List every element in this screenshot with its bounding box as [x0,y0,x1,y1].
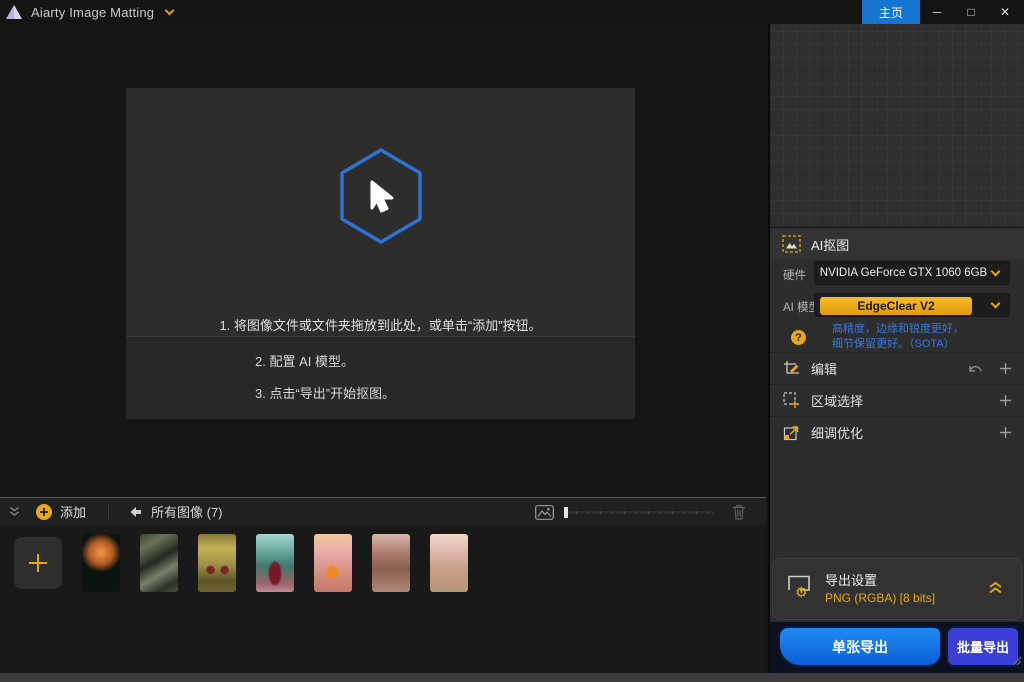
ai-model-dropdown[interactable]: EdgeClear V2 [814,293,1010,317]
region-select-panel-label: 区域选择 [811,394,864,409]
thumbnail-woman-red-dress-forest[interactable] [256,534,294,592]
model-description-line2: 细节保留更好。（SOTA） [832,338,955,350]
region-select-panel-row[interactable]: 区域选择 [770,384,1024,416]
app-title: Aiarty Image Matting [31,4,155,20]
thumbnail-zoom-cluster [535,498,746,526]
add-images-button[interactable] [36,503,52,520]
export-single-button[interactable]: 单张导出 [778,626,942,667]
expand-plus-icon[interactable] [999,362,1012,375]
add-label[interactable]: 添加 [60,502,86,521]
help-icon[interactable]: ? [791,330,806,345]
cursor-hexagon-icon [336,146,426,251]
image-drop-zone[interactable]: 1. 将图像文件或文件夹拖放到此处，或单击“添加”按钮。 2. 配置 AI 模型… [126,88,635,419]
ai-model-row: AI 模型 EdgeClear V2 [770,292,1024,320]
ai-matting-title: AI抠图 [811,237,850,253]
filmstrip [0,525,766,673]
instruction-step-2: 2. 配置 AI 模型。 [255,354,354,369]
title-bar: Aiarty Image Matting 主页 ─ □ ✕ [0,0,1024,24]
undo-icon[interactable] [967,363,983,375]
thumbnail-size-slider[interactable] [564,506,714,518]
thumbnail-woman-pink-flowers[interactable] [430,534,468,592]
image-size-icon [535,504,554,520]
canvas-area: 1. 将图像文件或文件夹拖放到此处，或单击“添加”按钮。 2. 配置 AI 模型… [0,24,766,497]
model-description: 高精度，边缘和锐度更好， 细节保留更好。（SOTA） [832,322,964,352]
plus-icon [40,507,48,516]
thumbnail-jellyfish[interactable] [82,534,120,592]
app-window: Aiarty Image Matting 主页 ─ □ ✕ 1. 将图像文件或文… [0,0,1024,682]
model-description-line1: 高精度，边缘和锐度更好， [832,323,964,335]
app-logo-icon [5,4,23,20]
export-settings-title: 导出设置 [825,573,878,588]
filmstrip-toolbar: 添加 所有图像 (7) [0,497,766,525]
expand-plus-icon[interactable] [999,394,1012,407]
hardware-dropdown[interactable]: NVIDIA GeForce GTX 1060 6GB [814,261,1010,285]
plus-icon [29,554,47,572]
trash-icon[interactable] [732,504,746,520]
thumbnail-dark-foliage[interactable] [140,534,178,592]
toolbar-divider [108,504,110,519]
home-button[interactable]: 主页 [862,0,920,24]
refine-icon [783,424,800,441]
ai-matting-icon [782,235,801,253]
ai-matting-section-header[interactable]: AI抠图 [770,229,1024,259]
hardware-value: NVIDIA GeForce GTX 1060 6GB [819,267,988,279]
instruction-step-3: 3. 点击“导出”开始抠图。 [255,386,396,401]
refine-panel-row[interactable]: 细调优化 [770,416,1024,448]
window-bottom-edge [0,673,1024,682]
minimize-button[interactable]: ─ [920,0,954,24]
export-settings-box[interactable]: ⚙ 导出设置 PNG (RGBA) [8 bits] [772,558,1022,620]
add-image-tile[interactable] [14,537,62,589]
thumbnail-red-bicycle[interactable] [198,534,236,592]
export-buttons-area: 单张导出 批量导出 [770,622,1024,673]
close-button[interactable]: ✕ [988,0,1022,24]
back-arrow-icon[interactable] [129,506,142,518]
maximize-button[interactable]: □ [954,0,988,24]
chevron-down-icon [990,298,1001,309]
ai-model-value[interactable]: EdgeClear V2 [820,297,972,315]
collapse-strip-icon[interactable] [9,506,20,517]
instruction-step-1: 1. 将图像文件或文件夹拖放到此处，或单击“添加”按钮。 [219,318,542,333]
chevron-down-icon [990,266,1001,277]
hardware-row: 硬件 NVIDIA GeForce GTX 1060 6GB [770,260,1024,288]
hardware-label: 硬件 [783,270,806,282]
instruction-lower-section: 2. 配置 AI 模型。 3. 点击“导出”开始抠图。 [126,336,635,419]
resize-grip[interactable] [1010,653,1022,671]
chevron-down-icon[interactable] [164,5,175,16]
edit-icon [783,360,800,377]
export-batch-button[interactable]: 批量导出 [946,626,1020,667]
refine-panel-label: 细调优化 [811,426,864,441]
expand-plus-icon[interactable] [999,426,1012,439]
right-panel: AI抠图 硬件 NVIDIA GeForce GTX 1060 6GB AI 模… [768,24,1024,673]
thumbnail-woman-garden-roses[interactable] [372,534,410,592]
region-select-icon [783,392,800,409]
histogram-grid [770,24,1024,228]
gear-icon: ⚙ [795,584,808,600]
edit-panel-label: 编辑 [811,362,838,377]
thumbnail-woman-orange-bouquet[interactable] [314,534,352,592]
all-images-label[interactable]: 所有图像 (7) [151,502,223,521]
edit-panel-row[interactable]: 编辑 [770,352,1024,384]
slider-handle[interactable] [564,506,568,518]
export-format-value: PNG (RGBA) [8 bits] [825,591,936,605]
collapse-up-icon[interactable] [988,581,1003,594]
